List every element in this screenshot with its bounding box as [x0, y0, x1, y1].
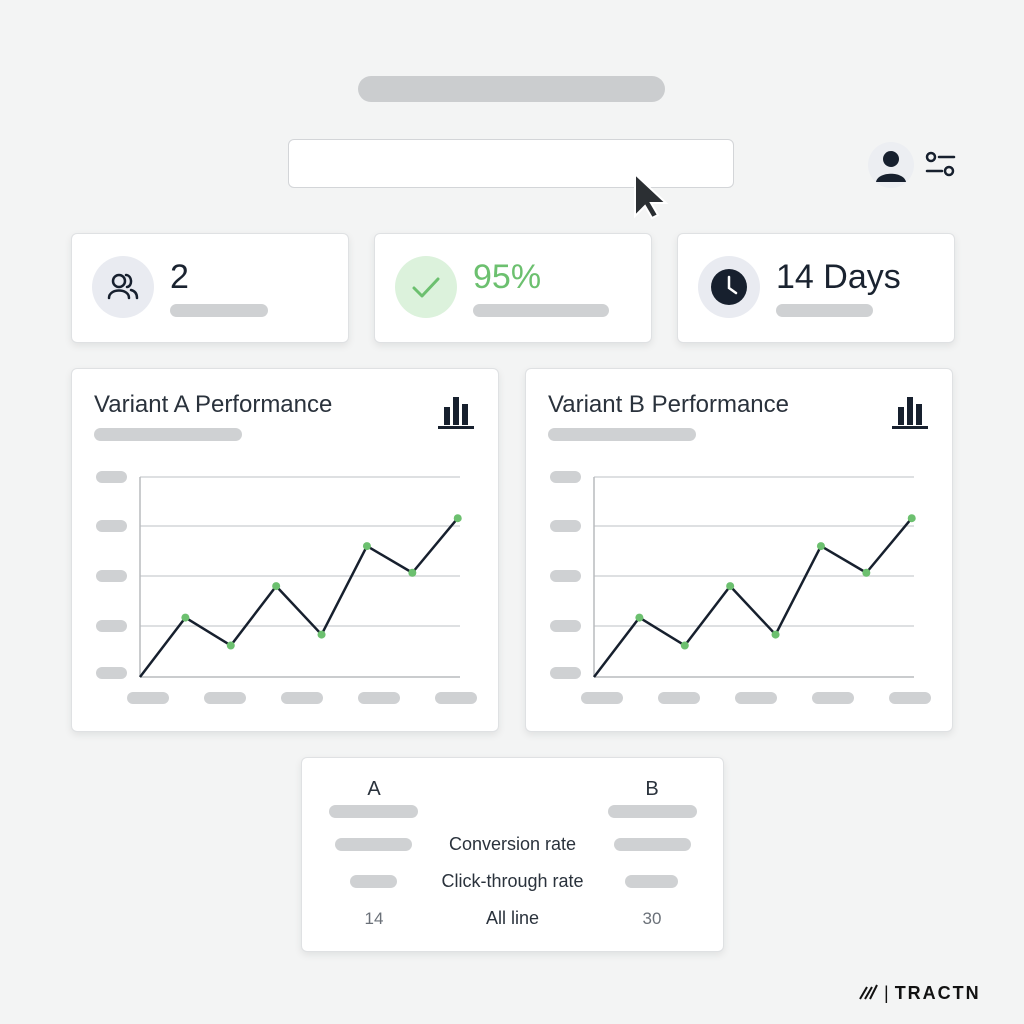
y-tick-label [550, 667, 581, 679]
user-avatar[interactable] [868, 142, 914, 188]
sliders-icon [925, 151, 956, 177]
data-point [907, 514, 916, 523]
data-point [272, 582, 281, 591]
stat-value: 14 Days [776, 258, 901, 296]
stat-value: 2 [170, 258, 189, 296]
y-tick-label [96, 620, 127, 632]
data-point [726, 582, 735, 591]
line-chart [96, 471, 477, 704]
data-point [226, 641, 235, 650]
column-header-a: A [367, 778, 381, 800]
y-tick-label [550, 570, 581, 582]
comparison-table: A B Conversion rate Click-through rate 1… [301, 757, 724, 952]
data-point [453, 514, 462, 523]
stat-value: 95% [473, 258, 542, 296]
data-point [771, 630, 780, 639]
series-line [139, 517, 459, 678]
stat-label-placeholder [170, 304, 268, 317]
brand-name: TRACTN [894, 983, 981, 1003]
stat-label-placeholder [776, 304, 873, 317]
data-point [680, 641, 689, 650]
data-point [635, 613, 644, 622]
chart-card-variant-a: Variant A Performance [71, 368, 499, 732]
row-value-b: 30 [642, 909, 662, 928]
x-tick-label [358, 692, 400, 704]
stat-card-confidence: 95% [374, 233, 652, 343]
page-title-placeholder [358, 76, 665, 102]
y-tick-label [96, 667, 127, 679]
data-point [362, 542, 371, 551]
y-tick-label [550, 620, 581, 632]
y-tick-label [96, 520, 127, 532]
x-tick-label [204, 692, 246, 704]
stat-label-placeholder [473, 304, 609, 317]
x-tick-label [889, 692, 931, 704]
brand-mark-icon [859, 984, 878, 1000]
x-tick-label [127, 692, 169, 704]
y-tick-label [550, 520, 581, 532]
x-tick-label [812, 692, 854, 704]
value-placeholder [625, 875, 678, 888]
x-tick-label [658, 692, 700, 704]
clock-icon [698, 256, 760, 318]
cursor-icon [634, 172, 669, 220]
value-placeholder [614, 838, 691, 851]
value-placeholder [608, 805, 697, 818]
check-icon [395, 256, 457, 318]
stat-card-duration: 14 Days [677, 233, 955, 343]
user-icon [876, 151, 906, 182]
users-icon [92, 256, 154, 318]
column-header-b: B [645, 778, 659, 800]
x-tick-label [581, 692, 623, 704]
data-point [862, 568, 871, 577]
y-tick-label [550, 471, 581, 483]
data-point [816, 542, 825, 551]
value-placeholder [329, 805, 418, 818]
line-chart [550, 471, 931, 704]
x-tick-label [281, 692, 323, 704]
brand-logo: | TRACTN [858, 983, 981, 1004]
y-tick-label [96, 471, 127, 483]
series-line [593, 517, 913, 678]
filter-button[interactable] [922, 148, 958, 182]
data-point [181, 613, 190, 622]
stat-card-participants: 2 [71, 233, 349, 343]
x-tick-label [435, 692, 477, 704]
y-tick-label [96, 570, 127, 582]
chart-card-variant-b: Variant B Performance [525, 368, 953, 732]
data-point [408, 568, 417, 577]
x-tick-label [735, 692, 777, 704]
data-point [317, 630, 326, 639]
